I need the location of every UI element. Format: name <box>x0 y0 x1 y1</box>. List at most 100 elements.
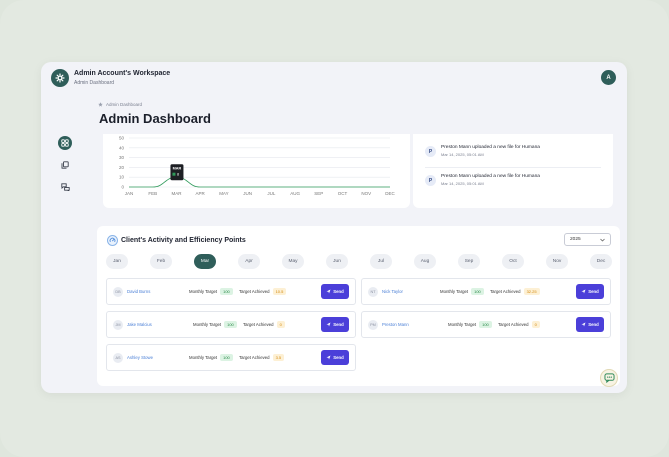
monthly-target: Monthly Target 100 <box>189 354 233 361</box>
tab-jul[interactable]: Jul <box>370 254 392 269</box>
target-value: 100 <box>220 288 233 295</box>
notification-avatar: P <box>425 175 436 186</box>
achieved-value: 32.25 <box>523 288 540 295</box>
tab-dec[interactable]: Dec <box>590 254 612 269</box>
tab-apr[interactable]: Apr <box>238 254 260 269</box>
x-tick-label: FEB <box>148 191 157 196</box>
tab-jan[interactable]: Jan <box>106 254 128 269</box>
achieved-value: 10.5 <box>272 288 287 295</box>
workspace-subtitle: Admin Dashboard <box>74 80 115 86</box>
series-line <box>129 176 390 188</box>
tab-nov[interactable]: Nov <box>546 254 568 269</box>
tab-feb[interactable]: Feb <box>150 254 172 269</box>
tab-oct[interactable]: Oct <box>502 254 524 269</box>
send-button[interactable]: Send <box>576 317 604 332</box>
notification-time: Mar 14, 2025, 05:01 AM <box>441 152 484 157</box>
notification-avatar: P <box>425 146 436 157</box>
tab-may[interactable]: May <box>282 254 304 269</box>
client-name[interactable]: Jake Malcius <box>127 322 152 327</box>
achieved-value: 0 <box>276 321 285 328</box>
chevron-down-icon <box>600 238 605 241</box>
y-tick-label: 30 <box>119 155 125 160</box>
achieved-value: 3.5 <box>272 354 285 361</box>
client-avatar: AS <box>113 353 123 363</box>
x-tick-label: JUN <box>243 191 252 196</box>
client-name[interactable]: Ashley Stowe <box>127 355 153 360</box>
target-achieved: Target Achieved 0 <box>498 321 540 328</box>
y-tick-label: 10 <box>119 175 125 180</box>
client-card: AS Ashley Stowe Monthly Target 100 Targe… <box>106 344 356 371</box>
send-button[interactable]: Send <box>321 350 349 365</box>
year-select[interactable]: 2025 <box>564 233 611 246</box>
target-value: 100 <box>224 321 237 328</box>
notifications-panel: P Preston Mann uploaded a new file for H… <box>413 134 613 208</box>
sidebar-item-dashboard[interactable] <box>58 136 72 150</box>
tab-aug[interactable]: Aug <box>414 254 436 269</box>
monthly-activity-chart: 0 10 20 30 40 50 JAN FEB MAR APR MAY JUN JUL AUG SEP OC… <box>119 136 396 197</box>
breadcrumb: Admin Dashboard <box>98 102 142 107</box>
client-activity-panel: Client's Activity and Efficiency Points … <box>97 226 620 386</box>
sidebar-item-files[interactable] <box>58 158 72 172</box>
notification-time: Mar 14, 2025, 05:01 AM <box>441 181 484 186</box>
monthly-activity-chart-panel: 0 10 20 30 40 50 JAN FEB MAR APR MAY JUN JUL AUG SEP OC… <box>103 134 410 208</box>
app-window: Admin Account's Workspace Admin Dashboar… <box>41 62 627 393</box>
x-tick-label: MAR <box>171 191 182 196</box>
sidebar-item-messages[interactable] <box>58 180 72 194</box>
client-avatar: PM <box>368 320 378 330</box>
x-tick-label: SEP <box>314 191 323 196</box>
tab-mar[interactable]: Mar <box>194 254 216 269</box>
y-tick-label: 40 <box>119 145 125 150</box>
monthly-target: Monthly Target 100 <box>189 288 233 295</box>
x-tick-label: MAY <box>219 191 228 196</box>
dashboard-icon <box>61 139 69 147</box>
send-button[interactable]: Send <box>321 317 349 332</box>
tooltip-value: 8 <box>177 172 179 176</box>
send-icon <box>326 355 331 360</box>
notification-item[interactable]: P Preston Mann uploaded a new file for H… <box>425 174 540 186</box>
x-tick-label: OCT <box>338 191 348 196</box>
x-tick-label: APR <box>196 191 206 196</box>
client-name[interactable]: Nick Taylor <box>382 289 403 294</box>
achieved-value: 0 <box>531 321 540 328</box>
year-select-value: 2025 <box>570 237 581 242</box>
x-tick-label: NOV <box>361 191 371 196</box>
page-title: Admin Dashboard <box>99 111 211 126</box>
send-icon <box>581 322 586 327</box>
target-value: 100 <box>220 354 233 361</box>
send-button[interactable]: Send <box>576 284 604 299</box>
notification-item[interactable]: P Preston Mann uploaded a new file for H… <box>425 145 540 157</box>
client-name[interactable]: David Burns <box>127 289 150 294</box>
client-card: DB David Burns Monthly Target 100 Target… <box>106 278 356 305</box>
chat-support-button[interactable] <box>600 369 618 387</box>
x-tick-label: AUG <box>290 191 300 196</box>
target-achieved: Target Achieved 0 <box>243 321 285 328</box>
monthly-target: Monthly Target 100 <box>440 288 484 295</box>
star-icon <box>98 102 103 107</box>
tooltip-swatch <box>172 172 176 176</box>
notification-text: Preston Mann uploaded a new file for Hum… <box>441 145 540 150</box>
target-achieved: Target Achieved 3.5 <box>239 354 285 361</box>
chat-icon <box>603 373 615 383</box>
x-tick-label: JAN <box>125 191 134 196</box>
tab-jun[interactable]: Jun <box>326 254 348 269</box>
month-tabs: Jan Feb Mar Apr May Jun Jul Aug Sep Oct … <box>106 254 612 269</box>
notification-text: Preston Mann uploaded a new file for Hum… <box>441 174 540 179</box>
target-achieved: Target Achieved 10.5 <box>239 288 287 295</box>
chat-bubbles-icon <box>60 183 70 191</box>
activity-icon <box>107 235 118 246</box>
tab-sep[interactable]: Sep <box>458 254 480 269</box>
client-name[interactable]: Preston Mann <box>382 322 409 327</box>
send-button[interactable]: Send <box>321 284 349 299</box>
client-card: JM Jake Malcius Monthly Target 100 Targe… <box>106 311 356 338</box>
user-avatar[interactable]: A <box>601 70 616 85</box>
target-achieved: Target Achieved 32.25 <box>490 288 540 295</box>
monthly-target: Monthly Target 100 <box>193 321 237 328</box>
send-icon <box>326 289 331 294</box>
tooltip-label: MAR <box>173 167 182 171</box>
workspace-logo-icon[interactable] <box>51 69 69 87</box>
client-avatar: NT <box>368 287 378 297</box>
client-card: NT Nick Taylor Monthly Target 100 Target… <box>361 278 611 305</box>
monthly-target: Monthly Target 100 <box>448 321 492 328</box>
client-card: PM Preston Mann Monthly Target 100 Targe… <box>361 311 611 338</box>
target-value: 100 <box>479 321 492 328</box>
